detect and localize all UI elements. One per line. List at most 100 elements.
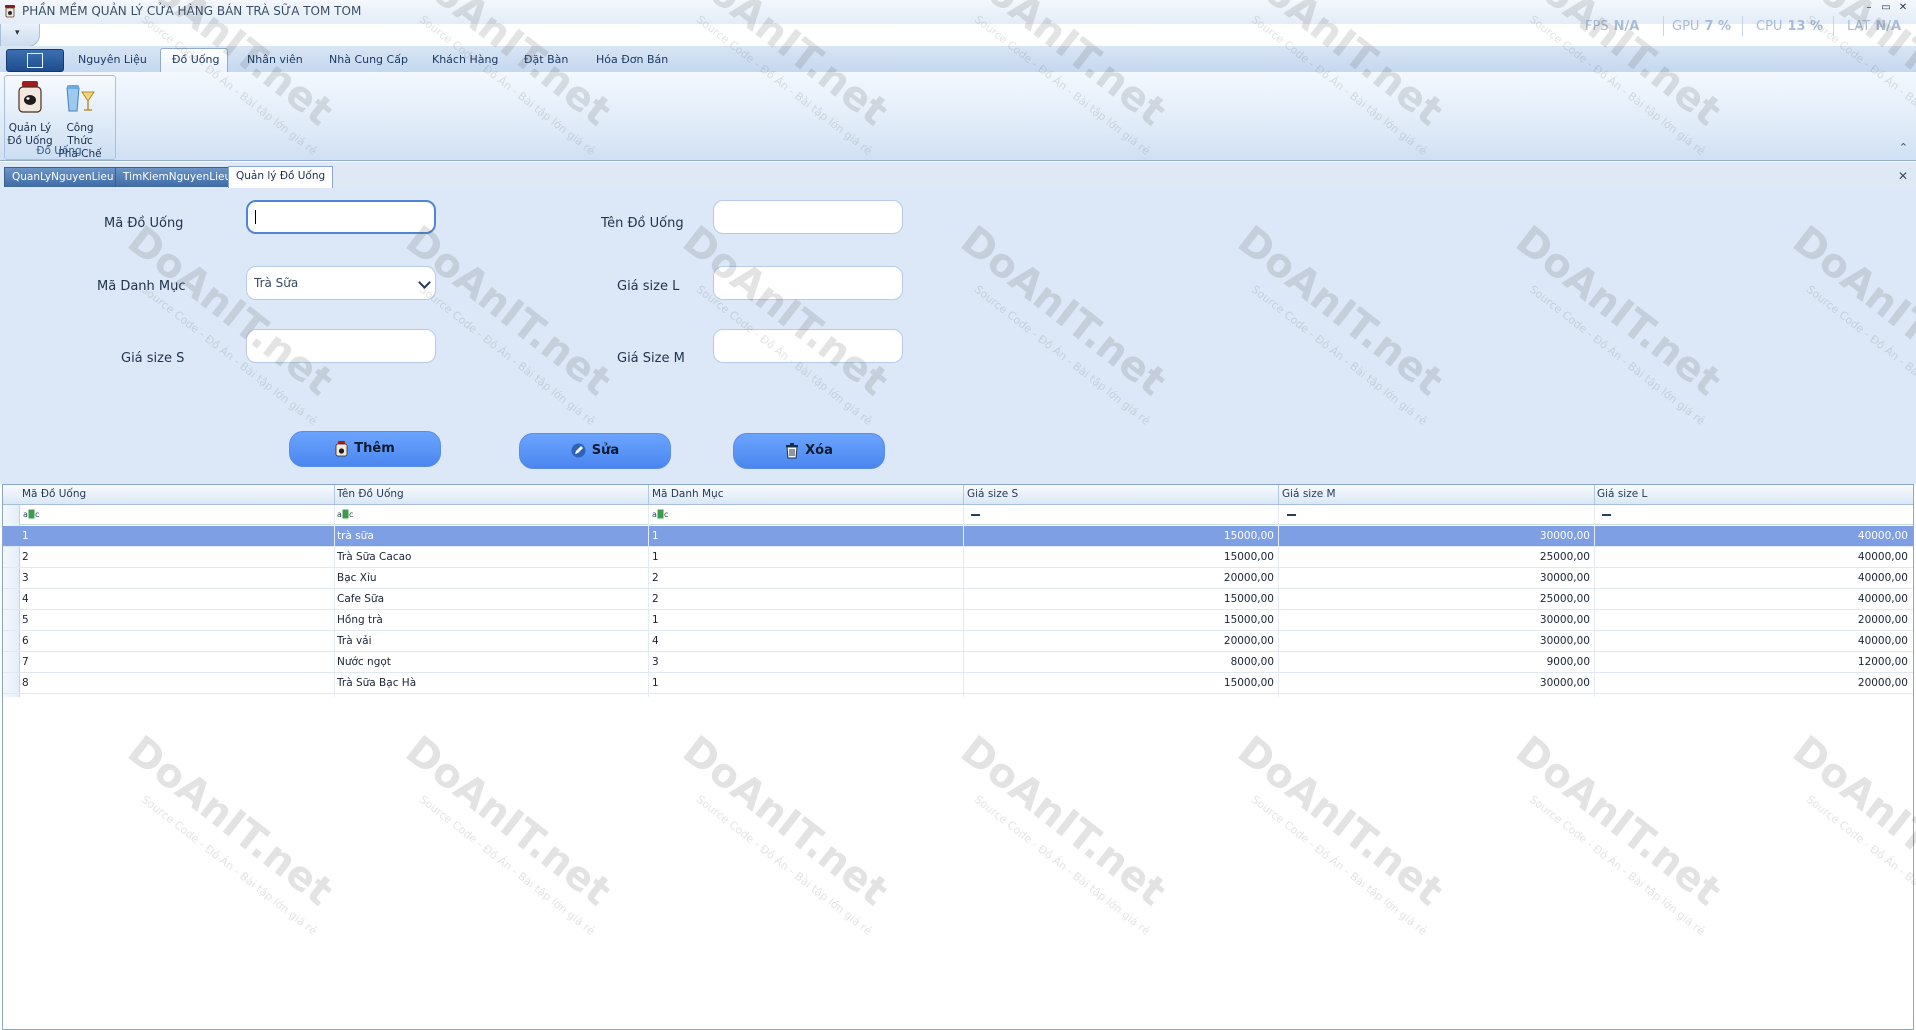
table-cell[interactable]: 7 xyxy=(22,656,29,668)
ma-do-uong-input[interactable] xyxy=(246,200,436,234)
close-button[interactable]: ✕ xyxy=(1896,2,1910,14)
table-cell[interactable]: 9000,00 xyxy=(1282,656,1590,668)
table-cell[interactable]: 8000,00 xyxy=(967,656,1274,668)
maximize-button[interactable]: ▭ xyxy=(1879,2,1893,14)
table-cell[interactable]: trà sữa xyxy=(337,530,374,542)
tab-nhan-vien[interactable]: Nhân viên xyxy=(247,53,303,66)
recipe-icon xyxy=(66,85,95,112)
application-menu-button[interactable] xyxy=(6,49,64,72)
column-header-ma-danh-muc[interactable]: Mã Danh Mục xyxy=(652,488,724,500)
tab-do-uong[interactable]: Đồ Uống xyxy=(172,53,220,66)
column-divider xyxy=(334,485,335,504)
stat-divider xyxy=(1663,16,1664,36)
drink-manager-icon xyxy=(18,81,42,113)
column-header-ma-do-uong[interactable]: Mã Đồ Uống xyxy=(22,488,86,500)
tab-hoa-don-ban[interactable]: Hóa Đơn Bán xyxy=(596,53,668,66)
table-cell[interactable]: 25000,00 xyxy=(1282,551,1590,563)
table-cell[interactable]: 15000,00 xyxy=(967,614,1274,626)
tab-quan-ly-do-uong[interactable]: Quản lý Đồ Uống xyxy=(228,166,334,188)
table-cell[interactable]: 40000,00 xyxy=(1597,551,1908,563)
table-cell[interactable]: 2 xyxy=(22,551,29,563)
table-cell[interactable]: 3 xyxy=(652,656,659,668)
table-cell[interactable]: 1 xyxy=(652,530,659,542)
table-cell[interactable]: 40000,00 xyxy=(1597,635,1908,647)
table-cell[interactable]: 15000,00 xyxy=(967,530,1274,542)
table-cell[interactable]: Cafe Sữa xyxy=(337,593,384,605)
table-cell[interactable]: 15000,00 xyxy=(967,593,1274,605)
app-icon xyxy=(5,5,15,18)
window-title: PHẦN MỀM QUẢN LÝ CỬA HÀNG BÁN TRÀ SỮA TO… xyxy=(22,4,362,18)
collapse-ribbon-icon[interactable]: ⌃ xyxy=(1899,141,1908,154)
column-header-gia-size-m[interactable]: Giá size M xyxy=(1282,488,1336,500)
table-cell[interactable]: Trà vải xyxy=(337,635,372,647)
column-divider xyxy=(334,505,335,697)
table-cell[interactable]: 4 xyxy=(652,635,659,647)
equals-filter-icon[interactable] xyxy=(971,514,980,516)
edit-button[interactable]: Sửa xyxy=(519,433,671,469)
quick-access-toolbar[interactable]: ▾ xyxy=(0,24,40,47)
table-cell[interactable]: Trà Sữa Bạc Hà xyxy=(337,677,416,689)
table-cell[interactable]: 5 xyxy=(22,614,29,626)
gia-size-s-input[interactable] xyxy=(246,329,436,363)
table-cell[interactable]: 25000,00 xyxy=(1282,593,1590,605)
table-cell[interactable]: 2 xyxy=(652,572,659,584)
column-header-gia-size-s[interactable]: Giá size S xyxy=(967,488,1018,500)
table-cell[interactable]: 20000,00 xyxy=(1597,614,1908,626)
table-cell[interactable]: 15000,00 xyxy=(967,551,1274,563)
table-cell[interactable]: 30000,00 xyxy=(1282,530,1590,542)
cong-thuc-pha-che-button[interactable]: Công Thức Pha Chế xyxy=(55,78,105,160)
svg-text:c: c xyxy=(35,510,39,519)
tab-quan-ly-nguyen-lieu[interactable]: QuanLyNguyenLieu xyxy=(4,167,122,187)
equals-filter-icon[interactable] xyxy=(1602,514,1611,516)
table-cell[interactable]: 1 xyxy=(652,551,659,563)
table-cell[interactable]: 30000,00 xyxy=(1282,635,1590,647)
table-cell[interactable]: 6 xyxy=(22,635,29,647)
tab-nha-cung-cap[interactable]: Nhà Cung Cấp xyxy=(329,53,408,66)
text-filter-icon[interactable]: a c xyxy=(337,508,355,520)
equals-filter-icon[interactable] xyxy=(1287,514,1296,516)
tab-khach-hang[interactable]: Khách Hàng xyxy=(432,53,498,66)
table-cell[interactable]: 20000,00 xyxy=(967,635,1274,647)
table-cell[interactable]: 15000,00 xyxy=(967,677,1274,689)
quan-ly-do-uong-button[interactable]: Quản Lý Đồ Uống xyxy=(5,78,55,147)
table-cell[interactable]: Nước ngọt xyxy=(337,656,391,668)
tab-dat-ban[interactable]: Đặt Bàn xyxy=(524,53,568,66)
ribbon-group-label: Đồ Uống xyxy=(36,145,82,157)
table-cell[interactable]: 30000,00 xyxy=(1282,572,1590,584)
table-cell[interactable]: 20000,00 xyxy=(967,572,1274,584)
text-filter-icon[interactable]: a c xyxy=(652,508,670,520)
tab-nguyen-lieu[interactable]: Nguyên Liệu xyxy=(78,53,147,66)
column-divider xyxy=(1594,485,1595,504)
table-cell[interactable]: Trà Sữa Cacao xyxy=(337,551,411,563)
minimize-button[interactable]: – xyxy=(1862,2,1876,14)
chevron-down-icon[interactable]: ▾ xyxy=(15,28,20,38)
column-header-gia-size-l[interactable]: Giá size L xyxy=(1597,488,1647,500)
table-cell[interactable]: Hồng trà xyxy=(337,614,383,626)
table-cell[interactable]: 12000,00 xyxy=(1597,656,1908,668)
close-tab-icon[interactable]: ✕ xyxy=(1898,169,1908,183)
gia-size-m-input[interactable] xyxy=(713,329,903,363)
table-cell[interactable]: 4 xyxy=(22,593,29,605)
table-cell[interactable]: 20000,00 xyxy=(1597,677,1908,689)
table-cell[interactable]: 2 xyxy=(652,593,659,605)
table-cell[interactable]: 40000,00 xyxy=(1597,530,1908,542)
column-header-ten-do-uong[interactable]: Tên Đồ Uống xyxy=(337,488,404,500)
tab-tim-kiem-nguyen-lieu[interactable]: TimKiemNguyenLieu xyxy=(115,167,240,187)
text-filter-icon[interactable]: a c xyxy=(23,508,41,520)
gia-size-l-input[interactable] xyxy=(713,266,903,300)
table-cell[interactable]: 1 xyxy=(652,614,659,626)
ten-do-uong-input[interactable] xyxy=(713,200,903,234)
table-cell[interactable]: 1 xyxy=(652,677,659,689)
table-cell[interactable]: 30000,00 xyxy=(1282,614,1590,626)
table-cell[interactable]: 40000,00 xyxy=(1597,572,1908,584)
column-divider xyxy=(648,485,649,504)
table-cell[interactable]: 8 xyxy=(22,677,29,689)
table-cell[interactable]: 40000,00 xyxy=(1597,593,1908,605)
filter-row[interactable] xyxy=(3,505,1913,525)
table-cell[interactable]: 30000,00 xyxy=(1282,677,1590,689)
table-cell[interactable]: Bạc Xỉu xyxy=(337,572,377,584)
table-cell[interactable]: 3 xyxy=(22,572,29,584)
add-button[interactable]: Thêm xyxy=(289,431,441,467)
delete-button[interactable]: Xóa xyxy=(733,433,885,469)
table-cell[interactable]: 1 xyxy=(22,530,29,542)
